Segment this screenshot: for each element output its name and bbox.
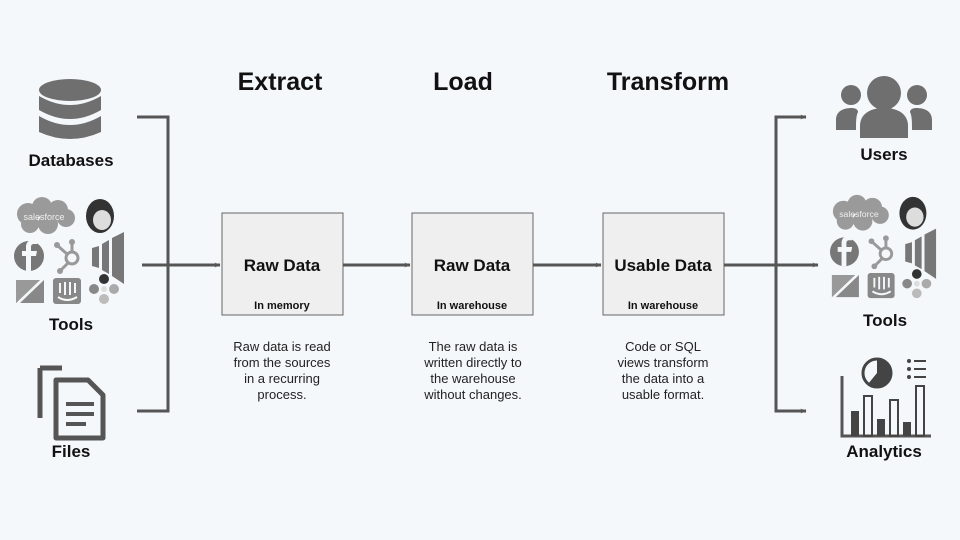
description-line: the warehouse	[430, 371, 515, 386]
description-line: the data into a	[622, 371, 705, 386]
users-icon	[836, 76, 932, 138]
description-line: from the sources	[234, 355, 331, 370]
heading-extract: Extract	[238, 68, 323, 96]
heading-transform: Transform	[607, 68, 729, 96]
description-line: process.	[257, 387, 306, 402]
box-title: Usable Data	[614, 256, 712, 275]
description-load: The raw data is written directly to the …	[423, 339, 522, 402]
description-extract: Raw data is read from the sources in a r…	[233, 339, 331, 402]
analytics-icon	[840, 357, 931, 438]
destination-label-users: Users	[860, 145, 907, 164]
source-label-files: Files	[52, 442, 91, 461]
description-line: written directly to	[423, 355, 522, 370]
description-line: in a recurring	[244, 371, 320, 386]
destination-label-tools: Tools	[863, 311, 907, 330]
source-label-databases: Databases	[28, 151, 113, 170]
heading-load: Load	[433, 68, 493, 96]
description-line: views transform	[617, 355, 708, 370]
description-line: Code or SQL	[625, 339, 701, 354]
elt-diagram: salesforce Extract Load Transform Databa…	[14, 68, 938, 461]
box-title: Raw Data	[244, 256, 321, 275]
database-icon	[39, 79, 101, 139]
tool-logos-icon	[830, 193, 938, 300]
box-subtitle: In memory	[254, 300, 311, 312]
source-label-tools: Tools	[49, 315, 93, 334]
stage-box-load: Raw Data In warehouse	[411, 212, 534, 316]
files-icon	[37, 365, 106, 441]
source-bracket	[137, 115, 221, 413]
description-line: The raw data is	[429, 339, 518, 354]
stage-box-transform: Usable Data In warehouse	[602, 212, 725, 316]
destination-bracket	[724, 114, 819, 414]
description-line: Raw data is read	[233, 339, 331, 354]
tool-logos-icon	[14, 196, 126, 306]
description-line: usable format.	[622, 387, 704, 402]
box-subtitle: In warehouse	[437, 300, 507, 312]
stage-box-extract: Raw Data In memory	[221, 212, 344, 316]
box-title: Raw Data	[434, 256, 511, 275]
description-transform: Code or SQL views transform the data int…	[617, 339, 708, 402]
destination-label-analytics: Analytics	[846, 442, 922, 461]
box-subtitle: In warehouse	[628, 300, 698, 312]
description-line: without changes.	[423, 387, 522, 402]
